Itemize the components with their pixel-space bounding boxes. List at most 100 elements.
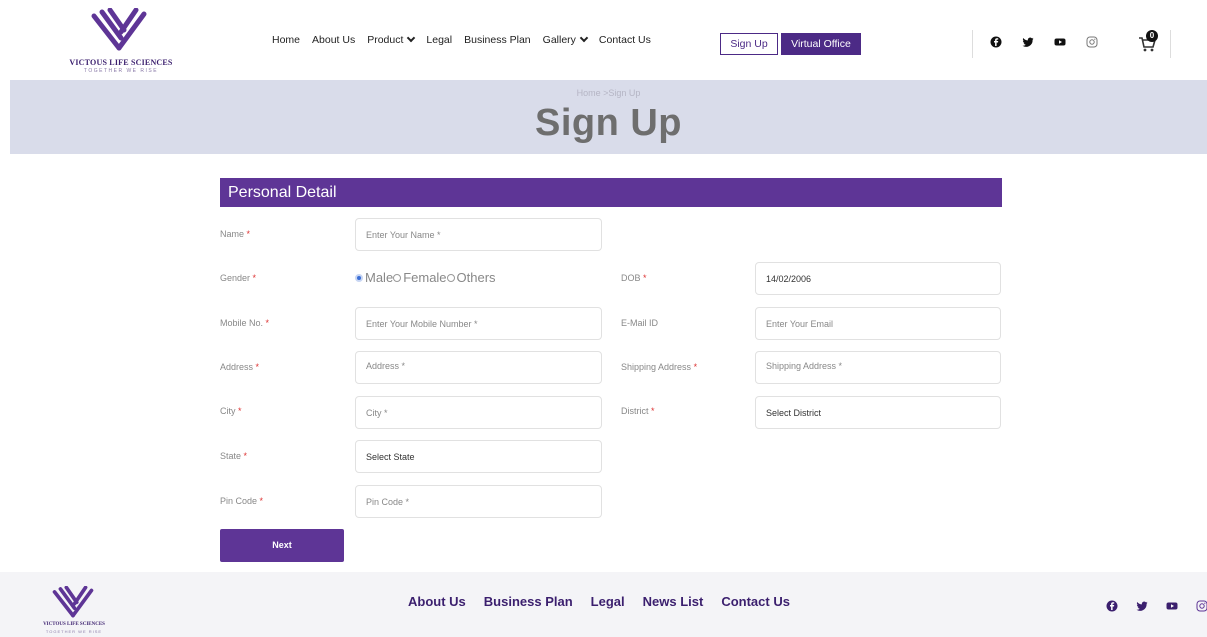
name-input[interactable]: Enter Your Name * bbox=[355, 218, 602, 251]
label-text: E-Mail ID bbox=[621, 318, 659, 328]
label-text: State bbox=[220, 451, 242, 461]
footer-nav: About Us Business Plan Legal News List C… bbox=[408, 594, 790, 609]
footer-link-business-plan[interactable]: Business Plan bbox=[484, 594, 573, 609]
footer-social-links bbox=[1106, 600, 1207, 612]
district-select[interactable]: Select District bbox=[755, 396, 1001, 429]
personal-detail-header: Personal Detail bbox=[220, 178, 1002, 207]
city-label: City * bbox=[220, 406, 242, 416]
nav-label: Home bbox=[272, 34, 301, 46]
shipping-address-label: Shipping Address * bbox=[621, 362, 697, 372]
label-text: Mobile No. bbox=[220, 318, 264, 328]
email-input[interactable]: Enter Your Email bbox=[755, 307, 1001, 340]
chevron-down-icon bbox=[579, 33, 589, 43]
label-text: District bbox=[621, 406, 649, 416]
page-title: Sign Up bbox=[534, 102, 683, 144]
pincode-label: Pin Code * bbox=[220, 496, 263, 506]
cart-count-badge: 0 bbox=[1146, 30, 1158, 42]
label-text: Address bbox=[220, 362, 254, 372]
gender-female-radio[interactable] bbox=[393, 273, 402, 282]
radio-label: Others bbox=[456, 270, 496, 285]
nav-label: Gallery bbox=[542, 34, 576, 46]
youtube-icon[interactable] bbox=[1054, 36, 1066, 48]
site-footer: VICTOUS LIFE SCIENCES TOGETHER WE RISE A… bbox=[0, 572, 1207, 637]
nav-label: Legal bbox=[426, 34, 453, 46]
gender-male-radio[interactable] bbox=[355, 273, 363, 282]
required-mark: * bbox=[243, 451, 248, 461]
pincode-input[interactable]: Pin Code * bbox=[355, 485, 602, 518]
nav-gallery[interactable]: Gallery bbox=[542, 33, 589, 46]
nav-about-us[interactable]: About Us bbox=[312, 34, 355, 46]
shipping-address-textarea[interactable]: Shipping Address * bbox=[755, 351, 1001, 384]
signup-button[interactable]: Sign Up bbox=[720, 33, 778, 55]
city-input[interactable]: City * bbox=[355, 396, 602, 429]
label-text: Gender bbox=[220, 273, 251, 283]
address-textarea[interactable]: Address * bbox=[355, 351, 602, 384]
radio-label: Female bbox=[403, 270, 447, 285]
required-mark: * bbox=[643, 273, 647, 283]
label-text: Name bbox=[220, 229, 245, 239]
instagram-icon[interactable] bbox=[1196, 600, 1207, 612]
nav-legal[interactable]: Legal bbox=[426, 34, 452, 46]
footer-link-legal[interactable]: Legal bbox=[591, 594, 625, 609]
brand-tagline: TOGETHER WE RISE bbox=[83, 68, 159, 74]
youtube-icon[interactable] bbox=[1166, 600, 1178, 612]
email-label: E-Mail ID bbox=[621, 318, 658, 328]
nav-business-plan[interactable]: Business Plan bbox=[464, 34, 531, 46]
name-label: Name * bbox=[220, 229, 250, 239]
chevron-down-icon bbox=[407, 33, 416, 43]
required-mark: * bbox=[651, 406, 655, 416]
required-mark: * bbox=[252, 273, 257, 283]
nav-label: Contact Us bbox=[598, 34, 651, 46]
virtual-office-button[interactable]: Virtual Office bbox=[781, 33, 861, 55]
main-nav: Home About Us Product Legal Business Pla… bbox=[272, 33, 663, 46]
next-button[interactable]: Next bbox=[220, 529, 344, 562]
label-text: Pin Code bbox=[220, 496, 258, 506]
mobile-label: Mobile No. * bbox=[220, 318, 269, 328]
gender-others-radio[interactable] bbox=[446, 273, 455, 282]
mobile-input[interactable]: Enter Your Mobile Number * bbox=[355, 307, 602, 340]
label-text: Shipping Address bbox=[621, 362, 692, 372]
nav-product[interactable]: Product bbox=[367, 33, 416, 46]
brand-name: VICTOUS LIFE SCIENCES bbox=[69, 58, 173, 67]
footer-link-contact-us[interactable]: Contact Us bbox=[721, 594, 790, 609]
heart-logo-icon bbox=[52, 586, 94, 618]
nav-label: About Us bbox=[312, 34, 356, 46]
heart-logo-icon bbox=[91, 8, 147, 51]
site-header: VICTOUS LIFE SCIENCES TOGETHER WE RISE H… bbox=[0, 0, 1207, 80]
radio-label: Male bbox=[365, 270, 394, 285]
instagram-icon[interactable] bbox=[1086, 36, 1098, 48]
district-label: District * bbox=[621, 406, 655, 416]
footer-link-news-list[interactable]: News List bbox=[643, 594, 704, 609]
site-logo[interactable]: VICTOUS LIFE SCIENCES TOGETHER WE RISE bbox=[66, 8, 176, 74]
dob-input[interactable]: 14/02/2006 bbox=[755, 262, 1001, 295]
label-text: DOB bbox=[621, 273, 641, 283]
address-label: Address * bbox=[220, 362, 259, 372]
required-mark: * bbox=[265, 318, 270, 328]
divider bbox=[1170, 30, 1171, 58]
breadcrumb[interactable]: Home >Sign Up bbox=[10, 88, 1207, 98]
twitter-icon[interactable] bbox=[1022, 36, 1034, 48]
state-label: State * bbox=[220, 451, 247, 461]
required-mark: * bbox=[693, 362, 698, 372]
label-text: City bbox=[220, 406, 236, 416]
cart-button[interactable]: 0 bbox=[1138, 30, 1158, 52]
brand-tagline: TOGETHER WE RISE bbox=[45, 629, 103, 634]
footer-link-about-us[interactable]: About Us bbox=[408, 594, 466, 609]
nav-home[interactable]: Home bbox=[272, 34, 300, 46]
nav-label: Business Plan bbox=[464, 34, 531, 46]
brand-name: VICTOUS LIFE SCIENCES bbox=[43, 622, 105, 627]
facebook-icon[interactable] bbox=[990, 36, 1002, 48]
dob-label: DOB * bbox=[621, 273, 647, 283]
required-mark: * bbox=[238, 406, 242, 416]
facebook-icon[interactable] bbox=[1106, 600, 1118, 612]
page-banner: Home >Sign Up Sign Up bbox=[10, 80, 1207, 154]
nav-label: Product bbox=[367, 34, 404, 46]
required-mark: * bbox=[255, 362, 260, 372]
gender-label: Gender * bbox=[220, 273, 256, 283]
state-select[interactable]: Select State bbox=[355, 440, 602, 473]
nav-contact-us[interactable]: Contact Us bbox=[599, 34, 651, 46]
twitter-icon[interactable] bbox=[1136, 600, 1148, 612]
required-mark: * bbox=[259, 496, 264, 506]
gender-radio-group: Male Female Others bbox=[355, 270, 496, 285]
footer-logo[interactable]: VICTOUS LIFE SCIENCES TOGETHER WE RISE bbox=[36, 586, 112, 634]
